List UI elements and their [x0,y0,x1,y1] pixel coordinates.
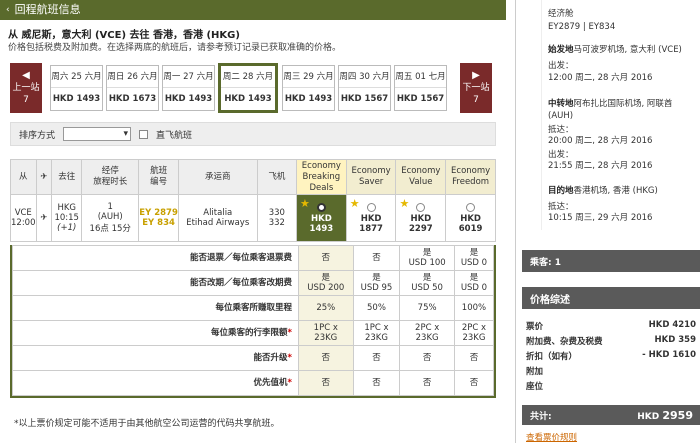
detail-row: 每位乘客所赚取里程 25% 50% 75% 100% [12,295,495,321]
day-option[interactable]: 周一 27 六月 HKD 1493 [162,65,215,111]
sort-select[interactable] [63,127,132,141]
plane-icon: ✈ [35,159,53,195]
nonstop-label: 直飞航班 [156,130,193,141]
col-flight: 航班 编号 [138,159,179,195]
sort-bar: 排序方式 直飞航班 [10,122,496,146]
codeshare-note: *以上票价规定可能不适用于由其他航空公司运营的代码共享航班。 [14,419,280,429]
extra-row: 附加 [526,367,544,377]
prev-button[interactable]: ◀ 上一站 7 [10,63,42,113]
flight-table: 从 ✈ 去往 经停 旅程时长 航班 编号 承运商 飞机 Economy Brea… [10,159,496,242]
detail-row: 每位乘客的行李限额* 1PC x 23KG 1PC x 23KG 2PC x 23KG… [12,320,495,346]
section-header: ‹ 回程航班信息 [0,0,506,20]
fare-row: 票价 HKD 4210 [526,320,696,332]
fare-radio[interactable] [366,202,376,212]
col-fare: Economy Breaking Deals [296,159,347,195]
itinerary-panel: 经济舱 EY2879 | EY834 始发地马可波罗机场, 意大利 (VCE) … [515,0,700,443]
fare-rules-link[interactable]: 查看票价规则 [526,431,577,443]
fare-cell[interactable]: HKD 6019 [445,194,496,242]
tax-row: 附加费、杂费及税费 HKD 359 [526,335,696,347]
date-selector: ◀ 上一站 7 周六 25 六月 HKD 1493 周日 26 六月 HKD 167… [10,63,494,113]
chevron-left-icon[interactable]: ‹ [6,0,10,20]
price-note: 价格包括税费及附加费。在选择两底的航班后，请参考预订记录已获取准确的价格。 [8,43,342,53]
day-option[interactable]: 周五 01 七月 HKD 1567 [394,65,447,111]
total-row: 共计: HKD 2959 [522,405,700,425]
detail-row: 优先值机* 否否否否 [12,370,495,396]
day-option-selected[interactable]: 周二 28 六月 HKD 1493 [218,63,278,113]
fare-details: 能否退票／每位乘客退票费否否是 USD 100 是 USD 0 能否改期／每位乘客… [10,245,496,398]
star-icon: ★ [399,197,410,210]
table-row: VCE 12:00 ✈ HKG 10:15 (+1) 1 (AUH) 16点 15分 EY… [10,194,496,242]
fare-cell[interactable]: ★ HKD 2297 [395,194,447,242]
fare-cell[interactable]: ★ HKD 1877 [345,194,397,242]
passenger-count: 乘客: 1 [522,250,700,272]
plane-icon: ✈ [35,194,53,242]
col-aircraft: 飞机 [256,159,298,195]
detail-row: 能否退票／每位乘客退票费否否是 USD 100 是 USD 0 [12,245,495,271]
fare-radio[interactable] [466,202,476,212]
star-icon: ★ [300,197,310,210]
day-option[interactable]: 周日 26 六月 HKD 1673 [106,65,159,111]
detail-row: 能否改期／每位乘客改期费是 USD 200 是 USD 95 是 USD 50 是 U… [12,270,495,296]
day-option[interactable]: 周三 29 六月 HKD 1493 [282,65,335,111]
seat-row: 座位 [526,382,544,392]
next-button[interactable]: ▶ 下一站 7 [460,63,492,113]
col-fare: Economy Freedom [445,159,496,195]
sort-label: 排序方式 [19,130,56,141]
section-title: 回程航班信息 [14,3,81,16]
fare-radio[interactable] [316,202,326,212]
fare-cell-selected[interactable]: ★ HKD 1493 [296,194,347,242]
nonstop-checkbox[interactable] [139,129,149,139]
day-option[interactable]: 周六 25 六月 HKD 1493 [50,65,103,111]
arrow-right-icon: ▶ [472,70,480,81]
fare-radio[interactable] [416,202,426,212]
price-summary-title: 价格综述 [522,287,700,309]
discount-row: 折扣（如有） - HKD 1610 [526,350,696,362]
route-title: 从 威尼斯，意大利 (VCE) 去往 香港，香港 (HKG) [8,30,240,41]
col-from: 从 [10,159,37,195]
col-carrier: 承运商 [177,159,258,195]
day-option[interactable]: 周四 30 六月 HKD 1567 [338,65,391,111]
col-fare: Economy Saver [345,159,397,195]
star-icon: ★ [349,197,360,210]
arrow-left-icon: ◀ [22,70,30,81]
detail-row: 能否升级* 否否否否 [12,345,495,371]
col-to: 去往 [51,159,83,195]
col-stops: 经停 旅程时长 [81,159,140,195]
col-fare: Economy Value [395,159,447,195]
